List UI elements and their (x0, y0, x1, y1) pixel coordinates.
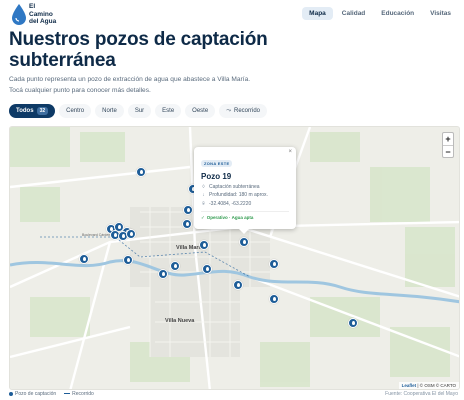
popup-status-text: Operativo · Agua apta (206, 215, 254, 220)
well-pin[interactable] (182, 219, 192, 229)
brand-line-1: El (29, 3, 36, 10)
top-bar: El Camino del Agua Mapa Calidad Educació… (0, 0, 464, 30)
depth-arrow-icon: ↓ (202, 192, 205, 198)
filter-sur[interactable]: Sur (127, 104, 152, 118)
zoom-out-button[interactable]: − (443, 145, 453, 157)
well-pin[interactable] (170, 261, 180, 271)
nav-item-visitas[interactable]: Visitas (423, 7, 458, 20)
popup-close-button[interactable]: × (288, 149, 292, 155)
popup-coords: -32.4084, -63.2220 (209, 200, 252, 207)
legend-route: Recorrido (64, 391, 94, 397)
legend-route-label: Recorrido (72, 391, 94, 397)
popup-depth-row: ↓ Profundidad: 180 m aprox. (201, 192, 289, 198)
wells-map[interactable]: Villa María Villa Nueva Boulevard Cárden… (9, 126, 460, 390)
filter-todos[interactable]: Todos 32 (9, 104, 56, 118)
well-pin[interactable] (233, 280, 243, 290)
well-pin[interactable] (123, 255, 133, 265)
filter-recorrido[interactable]: ⤳ Recorrido (219, 104, 268, 118)
page-title: Nuestros pozos de captación subterránea (9, 29, 268, 71)
popup-type: Captación subterránea (209, 183, 260, 190)
nav-item-calidad[interactable]: Calidad (335, 7, 372, 20)
legend-well: Pozo de captación (9, 391, 56, 397)
well-pin[interactable] (202, 264, 212, 274)
well-pin[interactable] (136, 167, 146, 177)
check-icon: ✓ (201, 214, 205, 220)
well-pin[interactable] (158, 269, 168, 279)
filter-centro[interactable]: Centro (59, 104, 92, 118)
map-zoom-control: + − (442, 132, 454, 158)
filter-todos-count: 32 (36, 107, 49, 115)
zone-filters: Todos 32 Centro Norte Sur Este Oeste ⤳ R… (9, 104, 268, 118)
data-source: Fuente: Cooperativa El del Mayo (385, 391, 458, 397)
leaflet-link[interactable]: Leaflet (402, 383, 417, 388)
map-attribution: Leaflet | © OSM © CARTO (398, 382, 459, 389)
place-villa-nueva: Villa Nueva (165, 318, 195, 324)
popup-type-row: ◊ Captación subterránea (201, 184, 289, 190)
map-legend: Pozo de captación Recorrido (9, 391, 94, 397)
popup-depth: Profundidad: 180 m aprox. (209, 192, 268, 198)
well-pin[interactable] (183, 205, 193, 215)
brand-line-2: Camino (29, 10, 53, 18)
route-dash-icon (64, 393, 71, 395)
drop-icon: ◊ (202, 183, 205, 190)
nav-item-educacion[interactable]: Educación (374, 7, 421, 20)
well-pin[interactable] (348, 318, 358, 328)
well-pin[interactable] (269, 294, 279, 304)
water-drop-logo-icon[interactable] (10, 3, 28, 27)
well-popup: × ZONA ESTE Pozo 19 ◊ Captación subterrá… (194, 147, 296, 234)
filter-norte[interactable]: Norte (95, 104, 124, 118)
popup-coords-row: ⌾ -32.4084, -63.2220 (201, 201, 289, 207)
filter-recorrido-label: Recorrido (234, 108, 261, 114)
legend-well-label: Pozo de captación (15, 391, 57, 397)
filter-todos-label: Todos (16, 108, 34, 114)
page-description: Cada punto representa un pozo de extracc… (9, 76, 251, 94)
zone-badge: ZONA ESTE (201, 160, 233, 167)
nav-item-mapa[interactable]: Mapa (302, 7, 333, 20)
main-nav: Mapa Calidad Educación Visitas (302, 7, 458, 20)
well-dot-icon (9, 391, 13, 396)
well-pin[interactable] (79, 254, 89, 264)
popup-title: Pozo 19 (201, 172, 232, 181)
filter-oeste[interactable]: Oeste (185, 104, 216, 118)
well-pin[interactable] (126, 229, 136, 239)
well-pin[interactable] (269, 259, 279, 269)
popup-status: ✓ Operativo · Agua apta (201, 210, 289, 221)
route-icon: ⤳ (226, 107, 231, 114)
brand-line-3: del Agua (29, 18, 57, 25)
filter-este[interactable]: Este (155, 104, 182, 118)
location-pin-icon: ⌾ (201, 200, 205, 207)
brand-name[interactable]: El Camino del Agua (29, 3, 56, 26)
well-pin[interactable] (199, 240, 209, 250)
attribution-rest[interactable]: | © OSM © CARTO (417, 383, 456, 388)
zoom-in-button[interactable]: + (443, 133, 453, 145)
well-pin[interactable] (239, 237, 249, 247)
